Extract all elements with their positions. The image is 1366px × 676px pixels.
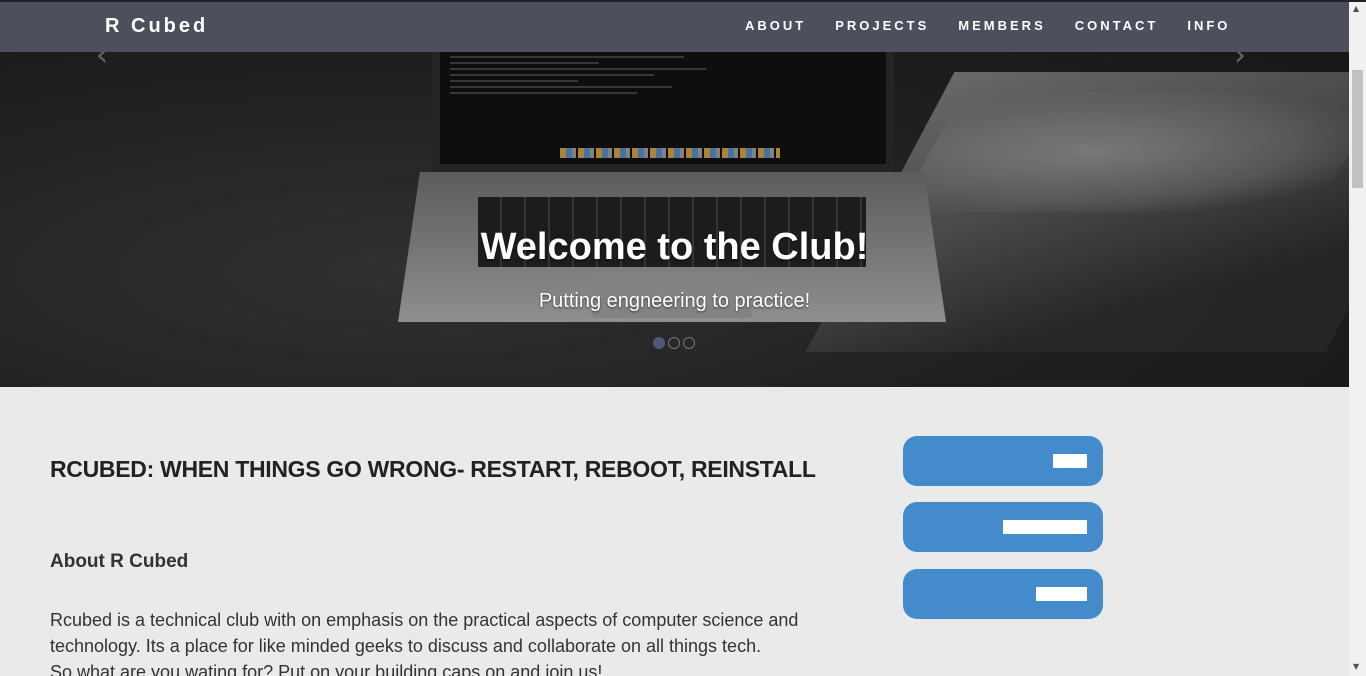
nav-link-about[interactable]: ABOUT [745, 18, 806, 33]
server-bar-2 [903, 502, 1103, 552]
nav-link-info[interactable]: INFO [1187, 18, 1230, 33]
carousel-indicator-1[interactable] [653, 337, 665, 349]
scroll-down-icon[interactable]: ▼ [1353, 662, 1359, 671]
hero-overlay [0, 2, 1349, 387]
top-navbar: R Cubed ABOUT PROJECTS MEMBERS CONTACT I… [0, 2, 1349, 52]
carousel-indicators [653, 337, 695, 349]
nav-link-members[interactable]: MEMBERS [958, 18, 1045, 33]
hero-carousel: ‹ › Welcome to the Club! Putting engneer… [0, 2, 1349, 387]
nav-links: ABOUT PROJECTS MEMBERS CONTACT INFO [745, 18, 1259, 33]
scroll-up-icon[interactable]: ▲ [1353, 4, 1359, 13]
about-line-1: Rcubed is a technical club with on empha… [50, 610, 799, 630]
server-bar-3 [903, 569, 1103, 619]
about-title: About R Cubed [50, 551, 189, 572]
about-line-2: technology. Its a place for like minded … [50, 636, 762, 656]
carousel-title: Welcome to the Club! [480, 226, 869, 268]
carousel-indicator-2[interactable] [668, 337, 680, 349]
nav-link-projects[interactable]: PROJECTS [835, 18, 929, 33]
scrollbar-thumb[interactable] [1352, 70, 1363, 188]
about-line-3: So what are you wating for? Put on your … [50, 662, 603, 676]
server-bar-1 [903, 436, 1103, 486]
nav-link-contact[interactable]: CONTACT [1075, 18, 1159, 33]
carousel-subtitle: Putting engneering to practice! [538, 290, 811, 312]
section-headline: RCUBED: WHEN THINGS GO WRONG- RESTART, R… [50, 456, 816, 482]
brand-logo[interactable]: R Cubed [105, 15, 208, 38]
about-text: Rcubed is a technical club with on empha… [50, 607, 850, 676]
page-scrollbar[interactable]: ▲ ▼ [1349, 2, 1366, 676]
carousel-indicator-3[interactable] [683, 337, 695, 349]
